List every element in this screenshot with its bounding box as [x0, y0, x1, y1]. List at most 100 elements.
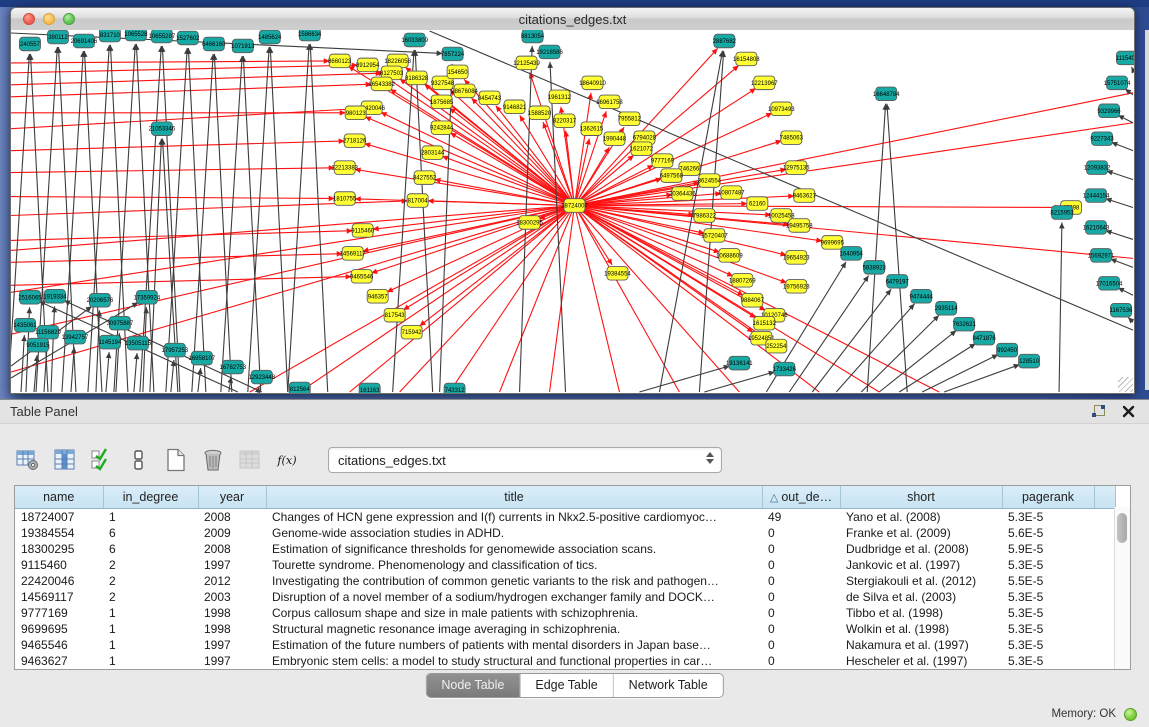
traffic-lights: [23, 13, 75, 25]
graph-node-label: 20364436: [669, 192, 696, 198]
table-scrollbar[interactable]: [1114, 507, 1130, 669]
column-header-title[interactable]: title: [266, 486, 762, 509]
column-header-indegree[interactable]: in_degree: [103, 486, 198, 509]
column-header-outde[interactable]: △out_de…: [762, 486, 840, 509]
table-row[interactable]: 2242004622012Investigating the contribut…: [15, 573, 1115, 589]
column-header-year[interactable]: year: [198, 486, 266, 509]
graph-edge: [192, 54, 213, 392]
float-panel-icon[interactable]: [1091, 404, 1106, 419]
graph-node-label: 16958107: [189, 356, 216, 362]
graph-edge: [400, 206, 575, 392]
node-table-grid: namein_degreeyeartitle△out_de…shortpager…: [15, 486, 1116, 669]
graph-edge: [944, 365, 1020, 392]
graph-node-label: 12975135: [783, 166, 810, 172]
graph-node-label: 1145194: [99, 340, 122, 346]
graph-node-label: 15751074: [1104, 81, 1131, 87]
graph-node-label: 7986322: [693, 213, 717, 219]
tab-node-table[interactable]: Node Table: [426, 674, 519, 697]
graph-edge-arrowhead: [143, 307, 149, 313]
graph-edge: [64, 300, 262, 392]
graph-node-label: 128510: [1019, 359, 1040, 365]
graph-edge: [362, 206, 574, 252]
graph-edge-arrowhead: [106, 352, 112, 358]
graph-node-label: 17957253: [162, 348, 189, 354]
table-selector-dropdown[interactable]: citations_edges.txt: [328, 447, 722, 473]
window-titlebar[interactable]: citations_edges.txt: [11, 8, 1134, 31]
minimize-window-icon[interactable]: [43, 13, 55, 25]
graph-node-label: 12923448: [248, 375, 275, 381]
tab-network-table[interactable]: Network Table: [613, 674, 723, 697]
graph-node-label: 16782753: [220, 365, 247, 371]
table-scrollbar-thumb[interactable]: [1117, 513, 1127, 543]
graph-node-label: 17016504: [1096, 281, 1123, 287]
window-resize-grip[interactable]: [1118, 377, 1133, 392]
graph-edge: [403, 206, 574, 310]
table-row[interactable]: 1872400712008Changes of HCN gene express…: [15, 509, 1115, 526]
show-column-icon[interactable]: [53, 448, 77, 472]
table-options-icon[interactable]: [16, 448, 40, 472]
function-builder-icon[interactable]: f(x): [275, 448, 299, 472]
graph-node-label: 12444154: [1083, 194, 1110, 200]
column-header-short[interactable]: short: [840, 486, 1002, 509]
graph-edge-arrowhead: [27, 307, 33, 313]
close-panel-icon[interactable]: [1122, 405, 1135, 418]
background-window-sliver: [1145, 30, 1149, 390]
graph-node-label: 1065528: [124, 32, 148, 38]
table-row[interactable]: 1830029562008Estimation of significance …: [15, 541, 1115, 557]
graph-node-label: 18300295: [516, 220, 543, 226]
window-title: citations_edges.txt: [519, 12, 627, 27]
graph-node-label: 7857224: [441, 52, 465, 58]
graph-node-label: 1990448: [603, 137, 627, 143]
node-table: namein_degreeyeartitle△out_de…shortpager…: [14, 485, 1131, 670]
graph-node-label: 390112: [48, 35, 68, 41]
graph-node-label: 20691406: [71, 39, 98, 45]
new-document-icon[interactable]: [164, 448, 188, 472]
graph-node-label: 1362615: [580, 127, 604, 133]
graph-node-label: 8427552: [413, 176, 437, 182]
graph-node-label: 1961312: [548, 95, 572, 101]
table-row[interactable]: 1456911722003Disruption of a novel membe…: [15, 589, 1115, 605]
graph-node-label: 1810755: [333, 197, 357, 203]
graph-node-label: 10655287: [149, 34, 176, 40]
table-row[interactable]: 946554611997Estimation of the future num…: [15, 637, 1115, 653]
graph-node-label: 16210643: [1083, 225, 1110, 231]
graph-node-label: 12213967: [751, 81, 778, 87]
table-row[interactable]: 911546021997Tourette syndrome. Phenomeno…: [15, 557, 1115, 573]
graph-node-label: 14569117: [340, 251, 367, 257]
graph-node-label: 9699695: [821, 240, 845, 246]
graph-node-label: 2803144: [421, 151, 445, 157]
column-header-name[interactable]: name: [15, 486, 103, 509]
graph-edge-arrowhead: [602, 111, 607, 118]
zoom-window-icon[interactable]: [63, 13, 75, 25]
graph-edge: [704, 372, 774, 392]
graph-edge-arrowhead: [585, 138, 590, 144]
select-columns-icon[interactable]: [90, 448, 114, 472]
graph-node-label: 8660123: [328, 59, 352, 65]
graph-node-label: 13505115: [125, 341, 152, 347]
delete-trash-icon[interactable]: [201, 448, 225, 472]
tab-edge-table[interactable]: Edge Table: [519, 674, 612, 697]
close-window-icon[interactable]: [23, 13, 35, 25]
table-row[interactable]: 946362711997Embryonic stem cells: a mode…: [15, 653, 1115, 669]
network-canvas[interactable]: 1872400786601238912954182260588127503818…: [11, 30, 1134, 393]
graph-edge: [11, 108, 362, 128]
graph-node-label: 9465546: [350, 274, 374, 280]
graph-node-label: 6466160: [202, 42, 226, 48]
graph-node-label: 980123: [346, 111, 367, 117]
column-header-pagerank[interactable]: pagerank: [1002, 486, 1094, 509]
table-row[interactable]: 969969511998Structural magnetic resonanc…: [15, 621, 1115, 637]
graph-edge-arrowhead: [1128, 317, 1134, 323]
graph-node-label: 8471876: [972, 336, 996, 342]
table-row[interactable]: 1938455462009Genome-wide association stu…: [15, 525, 1115, 541]
stacked-squares-icon[interactable]: [127, 448, 151, 472]
graph-edge-arrowhead: [841, 262, 847, 269]
graph-node-label: 1733426: [773, 367, 797, 373]
table-row[interactable]: 977716911998Corpus callosum shape and si…: [15, 605, 1115, 621]
graph-node-label: 16648784: [873, 92, 900, 98]
graph-edge: [574, 93, 591, 206]
graph-node-label: 16543382: [368, 82, 395, 88]
graph-node-label: 8454743: [478, 96, 502, 102]
graph-edge: [11, 206, 574, 293]
graph-node-label: 831710: [100, 33, 121, 39]
network-graph-svg[interactable]: 1872400786601238912954182260588127503818…: [11, 30, 1134, 393]
